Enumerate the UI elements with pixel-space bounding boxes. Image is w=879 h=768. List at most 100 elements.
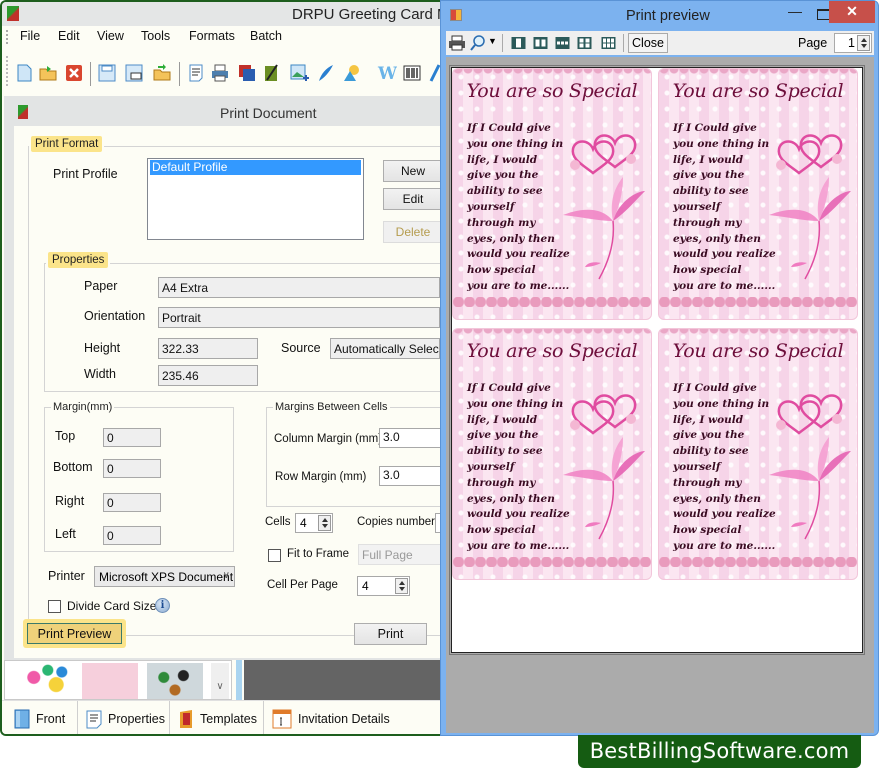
new-document-icon[interactable]: [14, 63, 34, 83]
greeting-card: You are so Special If I Could give you o…: [658, 328, 858, 580]
close-icon[interactable]: [64, 63, 84, 83]
menu-view[interactable]: View: [97, 29, 124, 43]
template-thumbnail[interactable]: [82, 663, 138, 699]
one-page-icon[interactable]: [511, 34, 526, 52]
preview-area[interactable]: You are so Special If I Could give you o…: [446, 57, 874, 733]
edit-profile-button[interactable]: Edit: [383, 188, 442, 210]
window-close-button[interactable]: ✕: [829, 1, 875, 23]
margin-bottom-field[interactable]: 0: [103, 459, 161, 478]
width-label: Width: [84, 367, 116, 381]
column-margin-field[interactable]: 3.0: [379, 428, 442, 448]
two-pages-icon[interactable]: [533, 34, 548, 52]
page-label: Page: [798, 36, 828, 50]
save-as-icon[interactable]: [124, 63, 144, 83]
card-title: You are so Special: [466, 340, 638, 362]
shapes-icon[interactable]: [342, 63, 362, 83]
page-spinner[interactable]: 1: [834, 33, 872, 53]
open-folder-icon[interactable]: [38, 63, 58, 83]
fit-mode-select[interactable]: Full Page: [358, 544, 442, 565]
copies-number-label: Copies number: [357, 516, 435, 528]
tab-invitation-details[interactable]: Invitation Details: [264, 701, 442, 734]
preview-title: Print preview: [626, 8, 710, 24]
print-format-legend: Print Format: [29, 136, 105, 152]
main-app-window: DRPU Greeting Card M File Edit View Tool…: [0, 0, 442, 736]
template-thumbnail[interactable]: [147, 663, 203, 699]
card-design-icon[interactable]: [262, 63, 282, 83]
print-button[interactable]: Print: [354, 623, 427, 645]
import-folder-icon[interactable]: [152, 63, 172, 83]
delete-profile-button[interactable]: Delete: [383, 221, 442, 243]
menu-batch[interactable]: Batch: [250, 29, 282, 43]
four-pages-icon[interactable]: [577, 34, 592, 52]
watermark-banner: BestBillingSoftware.com: [578, 735, 861, 768]
wordart-icon[interactable]: W: [377, 63, 397, 83]
six-pages-icon[interactable]: [601, 34, 616, 52]
menu-tools[interactable]: Tools: [141, 29, 170, 43]
new-profile-button[interactable]: New: [383, 160, 442, 182]
print-profile-list[interactable]: Default Profile: [147, 158, 364, 240]
fit-to-frame-checkbox[interactable]: [268, 549, 281, 562]
three-pages-icon[interactable]: [555, 34, 570, 52]
profile-list-item[interactable]: Default Profile: [150, 160, 361, 175]
splitter[interactable]: [236, 660, 242, 700]
canvas-area: [244, 660, 442, 700]
column-margin-label: Column Margin (mm): [274, 433, 382, 445]
cell-per-page-spinner[interactable]: 4: [357, 576, 410, 596]
printer-label: Printer: [48, 569, 85, 583]
menu-file[interactable]: File: [20, 29, 40, 43]
card-border-bottom: [453, 297, 651, 307]
cells-spinner[interactable]: 4: [295, 513, 333, 533]
orientation-field[interactable]: Portrait: [158, 307, 440, 328]
greeting-card: You are so Special If I Could give you o…: [452, 328, 652, 580]
cells-spin-buttons[interactable]: [318, 515, 331, 531]
cell-margins-group: Margins Between Cells: [266, 401, 442, 507]
print-profile-label: Print Profile: [53, 167, 118, 181]
properties-icon[interactable]: [186, 63, 206, 83]
cell-per-page-spin-buttons[interactable]: [395, 578, 408, 594]
width-field[interactable]: 235.46: [158, 365, 258, 386]
margin-right-field[interactable]: 0: [103, 493, 161, 512]
card-border-bottom: [659, 297, 857, 307]
zoom-icon[interactable]: [470, 34, 486, 52]
print-preview-button[interactable]: Print Preview: [27, 623, 122, 644]
card-title: You are so Special: [466, 80, 638, 102]
row-margin-field[interactable]: 3.0: [379, 466, 442, 486]
tab-front[interactable]: Front: [6, 701, 78, 734]
toolbar-separator: [623, 34, 624, 52]
pen-icon[interactable]: [316, 63, 336, 83]
tab-properties-label: Properties: [108, 712, 165, 726]
orientation-label: Orientation: [84, 309, 146, 323]
height-field[interactable]: 322.33: [158, 338, 258, 359]
menu-formats[interactable]: Formats: [189, 29, 235, 43]
cell-margins-legend: Margins Between Cells: [273, 401, 390, 413]
menu-edit[interactable]: Edit: [58, 29, 80, 43]
print-icon[interactable]: [210, 63, 230, 83]
layers-icon[interactable]: [237, 63, 257, 83]
minimize-button[interactable]: —: [781, 3, 809, 23]
margin-left-field[interactable]: 0: [103, 526, 161, 545]
hearts-flower-illustration: [769, 134, 851, 280]
divide-card-size-checkbox[interactable]: [48, 600, 61, 613]
margin-top-field[interactable]: 0: [103, 428, 161, 447]
zoom-dropdown-icon[interactable]: ▼: [488, 36, 497, 54]
template-thumbnail[interactable]: [17, 663, 73, 699]
printer-select[interactable]: Microsoft XPS Document ∨: [94, 566, 235, 587]
tab-properties[interactable]: Properties: [78, 701, 170, 734]
templates-icon: [180, 710, 192, 728]
thumbnail-scroll-down[interactable]: ∨: [211, 663, 229, 699]
menu-grip: [6, 30, 8, 44]
main-toolbar: W: [2, 52, 442, 90]
info-icon[interactable]: i: [155, 598, 170, 613]
print-icon[interactable]: [448, 34, 466, 52]
paper-field[interactable]: A4 Extra: [158, 277, 440, 298]
cell-per-page-label: Cell Per Page: [267, 579, 338, 591]
barcode-icon[interactable]: [402, 63, 422, 83]
source-field[interactable]: Automatically Selec: [330, 338, 440, 359]
save-icon[interactable]: [97, 63, 117, 83]
insert-image-icon[interactable]: [289, 63, 309, 83]
preview-close-button[interactable]: Close: [628, 33, 668, 53]
app-logo-icon: [7, 6, 19, 21]
tab-templates[interactable]: Templates: [170, 701, 264, 734]
preview-page: You are so Special If I Could give you o…: [449, 65, 865, 655]
page-spin-buttons[interactable]: [857, 35, 870, 51]
